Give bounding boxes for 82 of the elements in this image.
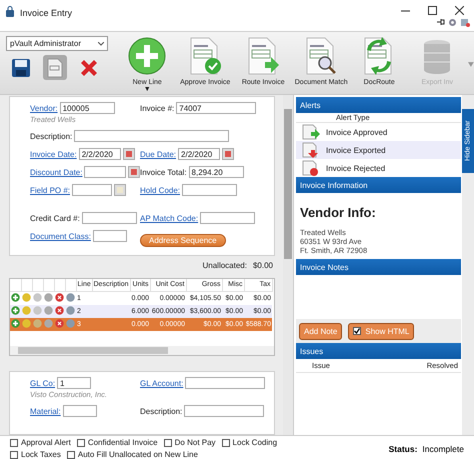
- panel-header: Alerts: [296, 97, 461, 113]
- calendar-icon[interactable]: [222, 148, 234, 160]
- input-field[interactable]: [185, 377, 266, 389]
- panel-header: Invoice Information: [296, 177, 461, 193]
- checkbox-label: Do Not Pay: [174, 438, 216, 447]
- checkbox-label: Approval Alert: [21, 438, 71, 447]
- unallocated-label: Unallocated:: [202, 261, 247, 270]
- user-dropdown[interactable]: pVault Administrator: [6, 36, 108, 51]
- chevron-down-icon: [98, 42, 104, 46]
- delete-line-icon[interactable]: [55, 306, 64, 314]
- input-field[interactable]: 74007: [176, 102, 256, 114]
- alert-row[interactable]: Invoice Exported: [296, 141, 461, 159]
- field-link[interactable]: Invoice Date:: [30, 150, 77, 158]
- checkbox[interactable]: [66, 450, 75, 458]
- field-label: Description:: [140, 406, 182, 416]
- field-link[interactable]: Document Class:: [30, 232, 91, 240]
- close-icon[interactable]: [455, 6, 464, 15]
- checkbox[interactable]: [76, 438, 85, 446]
- lock-icon: [6, 6, 14, 17]
- checkbox[interactable]: [353, 327, 362, 335]
- field-link[interactable]: GL Account:: [140, 378, 184, 388]
- input-field[interactable]: 2/2/2020: [78, 148, 121, 160]
- calendar-icon[interactable]: [128, 166, 140, 178]
- add-line-icon[interactable]: [11, 318, 20, 328]
- unallocated-amount: $0.00: [252, 261, 273, 270]
- input-field[interactable]: 2/2/2020: [178, 148, 220, 160]
- document-arrow-icon: [302, 124, 320, 140]
- input-field[interactable]: [92, 230, 127, 242]
- overflow-caret-icon[interactable]: [468, 62, 474, 67]
- panel-header: Issues: [296, 343, 461, 359]
- add-line-icon[interactable]: [11, 292, 20, 302]
- input-field[interactable]: [72, 184, 112, 196]
- input-field[interactable]: [74, 130, 230, 142]
- field-link[interactable]: Material:: [30, 406, 61, 416]
- checkbox[interactable]: [164, 438, 172, 446]
- field-link[interactable]: Discount Date:: [30, 168, 82, 176]
- delete-line-icon[interactable]: [55, 292, 64, 302]
- add-line-icon[interactable]: [11, 306, 20, 314]
- field-label: Invoice Total:: [140, 168, 187, 176]
- field-link[interactable]: Field PO #:: [30, 186, 70, 194]
- status-label: Status:: [388, 444, 418, 456]
- field-label: Description:: [30, 132, 72, 140]
- scrollbar-thumb[interactable]: [18, 347, 168, 354]
- document-x-icon: [302, 160, 320, 176]
- input-field[interactable]: 8,294.20: [188, 166, 244, 178]
- field-label: Credit Card #:: [30, 214, 80, 222]
- lookup-icon[interactable]: [114, 184, 126, 196]
- checkbox-label: Lock Taxes: [21, 450, 61, 459]
- input-field[interactable]: [184, 405, 264, 417]
- vendor-info-heading: Vendor Info:: [300, 205, 377, 220]
- input-field[interactable]: 1: [57, 377, 92, 389]
- checkbox-label: Auto Fill Unallocated on New Line: [78, 450, 198, 459]
- input-field[interactable]: [200, 212, 256, 224]
- checkbox-label: Lock Coding: [232, 438, 278, 447]
- checkbox[interactable]: [10, 438, 18, 446]
- field-link[interactable]: Vendor:: [30, 104, 58, 112]
- checkbox-label: Confidential Invoice: [88, 438, 158, 447]
- checkbox[interactable]: [10, 450, 18, 458]
- calendar-icon[interactable]: [122, 148, 135, 160]
- maximize-icon[interactable]: [428, 6, 437, 15]
- input-field[interactable]: [182, 184, 238, 196]
- settings-icon[interactable]: [448, 18, 457, 27]
- status-value: Incomplete: [422, 444, 464, 456]
- window-title: Invoice Entry: [20, 8, 72, 18]
- save-icon: [11, 58, 31, 78]
- input-field[interactable]: 100005: [60, 102, 115, 114]
- scrollbar-thumb[interactable]: [284, 109, 292, 259]
- field-link[interactable]: Due Date:: [140, 150, 176, 158]
- plus-icon: [127, 36, 168, 76]
- delete-line-icon[interactable]: [55, 318, 64, 328]
- input-field[interactable]: [82, 212, 137, 224]
- field-link[interactable]: GL Co:: [30, 378, 56, 388]
- field-link[interactable]: AP Match Code:: [140, 214, 198, 222]
- document-down-arrow-icon: [302, 142, 320, 158]
- field-label: Invoice #:: [140, 104, 174, 112]
- panel-header: Invoice Notes: [296, 259, 461, 275]
- input-field[interactable]: [62, 405, 97, 417]
- checkbox[interactable]: [222, 438, 230, 446]
- pin-icon[interactable]: [437, 18, 445, 26]
- field-link[interactable]: Hold Code:: [140, 186, 180, 194]
- input-field[interactable]: [84, 166, 126, 178]
- delete-icon: [79, 58, 99, 78]
